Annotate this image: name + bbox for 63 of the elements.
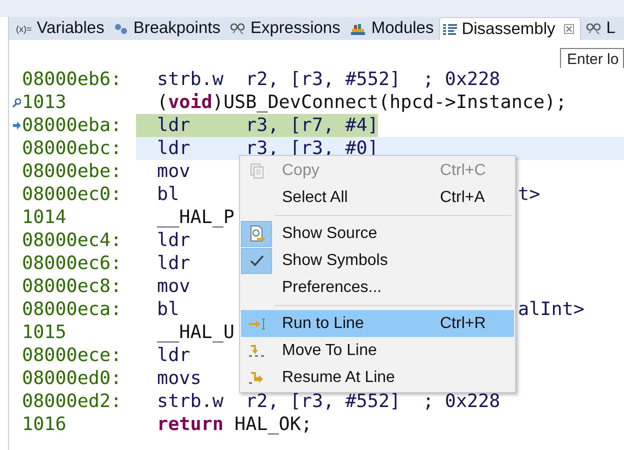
source-line: __HAL_P bbox=[156, 206, 235, 229]
address: 08000ec6: bbox=[22, 252, 123, 275]
variables-icon: (x)= bbox=[16, 24, 32, 34]
glasses-icon bbox=[586, 22, 602, 35]
address: 08000eb6: bbox=[22, 68, 123, 91]
instruction: ldr r3, [r7, #4] bbox=[136, 114, 378, 137]
instruction: alInt> bbox=[518, 298, 586, 321]
check-icon bbox=[250, 255, 264, 266]
source-line: return HAL_OK; bbox=[156, 413, 312, 436]
instruction: strb.w r2, [r3, #552] ; 0x228 bbox=[156, 390, 500, 413]
instruction: t> bbox=[518, 183, 542, 206]
address: 08000ed2: bbox=[22, 390, 123, 413]
line-number: 1014 bbox=[22, 206, 68, 229]
address: 08000ebc: bbox=[22, 137, 123, 160]
instruction: movs bbox=[156, 367, 202, 390]
instruction: bl bbox=[156, 298, 180, 321]
menu-item[interactable]: Run to Line Ctrl+R bbox=[241, 310, 514, 337]
resume-at-line-icon bbox=[248, 371, 265, 384]
address: 08000eba: bbox=[22, 114, 123, 137]
tab[interactable]: Modules bbox=[345, 17, 439, 40]
address-field[interactable]: Enter lo bbox=[560, 48, 624, 68]
address: 08000ece: bbox=[22, 344, 123, 367]
instruction: bl bbox=[156, 183, 180, 206]
breakpoints-icon bbox=[114, 22, 128, 34]
menu-item[interactable]: Resume At Line bbox=[241, 364, 514, 391]
tab[interactable]: Breakpoints bbox=[109, 17, 226, 40]
tab[interactable]: Expressions bbox=[225, 17, 346, 40]
instruction: mov bbox=[156, 275, 190, 298]
instruction: mov bbox=[156, 160, 190, 183]
line-number: 1016 bbox=[22, 413, 68, 436]
instruction: ldr bbox=[156, 229, 190, 252]
source-icon bbox=[248, 225, 264, 242]
address: 08000ec8: bbox=[22, 275, 123, 298]
instruction: ldr bbox=[156, 252, 190, 275]
line-number: 1013 bbox=[22, 91, 68, 114]
glasses-icon bbox=[230, 22, 246, 35]
tab[interactable]: (x)= Variables bbox=[11, 17, 110, 40]
tab[interactable]: Disassembly bbox=[438, 17, 582, 40]
disassembly-icon bbox=[442, 24, 457, 34]
arrow-icon bbox=[13, 121, 21, 130]
address: 08000ec0: bbox=[22, 183, 123, 206]
source-line: __HAL_U bbox=[156, 321, 235, 344]
line-number: 1015 bbox=[22, 321, 68, 344]
address: 08000eca: bbox=[22, 298, 123, 321]
menu-item[interactable]: Preferences... bbox=[241, 274, 514, 301]
instruction: ldr bbox=[156, 344, 190, 367]
menu-item[interactable]: Select All Ctrl+A bbox=[241, 184, 514, 211]
menu-item[interactable]: Show Source bbox=[241, 220, 514, 247]
address: 08000ec4: bbox=[22, 229, 123, 252]
shortcut: Ctrl+A bbox=[440, 188, 486, 206]
copy-icon bbox=[250, 162, 264, 178]
instruction: strb.w r2, [r3, #552] ; 0x228 bbox=[156, 68, 500, 91]
menu-item[interactable]: Move To Line bbox=[241, 337, 514, 364]
address: 08000ed0: bbox=[22, 367, 123, 390]
run-to-line-icon bbox=[248, 318, 265, 330]
move-to-line-icon bbox=[248, 344, 265, 357]
books-icon bbox=[350, 22, 366, 34]
source-line: (void)USB_DevConnect(hpcd->Instance); bbox=[156, 91, 567, 114]
menu-item[interactable]: Show Symbols bbox=[241, 247, 514, 274]
shortcut: Ctrl+C bbox=[440, 162, 487, 180]
tab[interactable]: L bbox=[581, 17, 620, 40]
address: 08000ebe: bbox=[22, 160, 123, 183]
shortcut: Ctrl+R bbox=[440, 314, 487, 332]
